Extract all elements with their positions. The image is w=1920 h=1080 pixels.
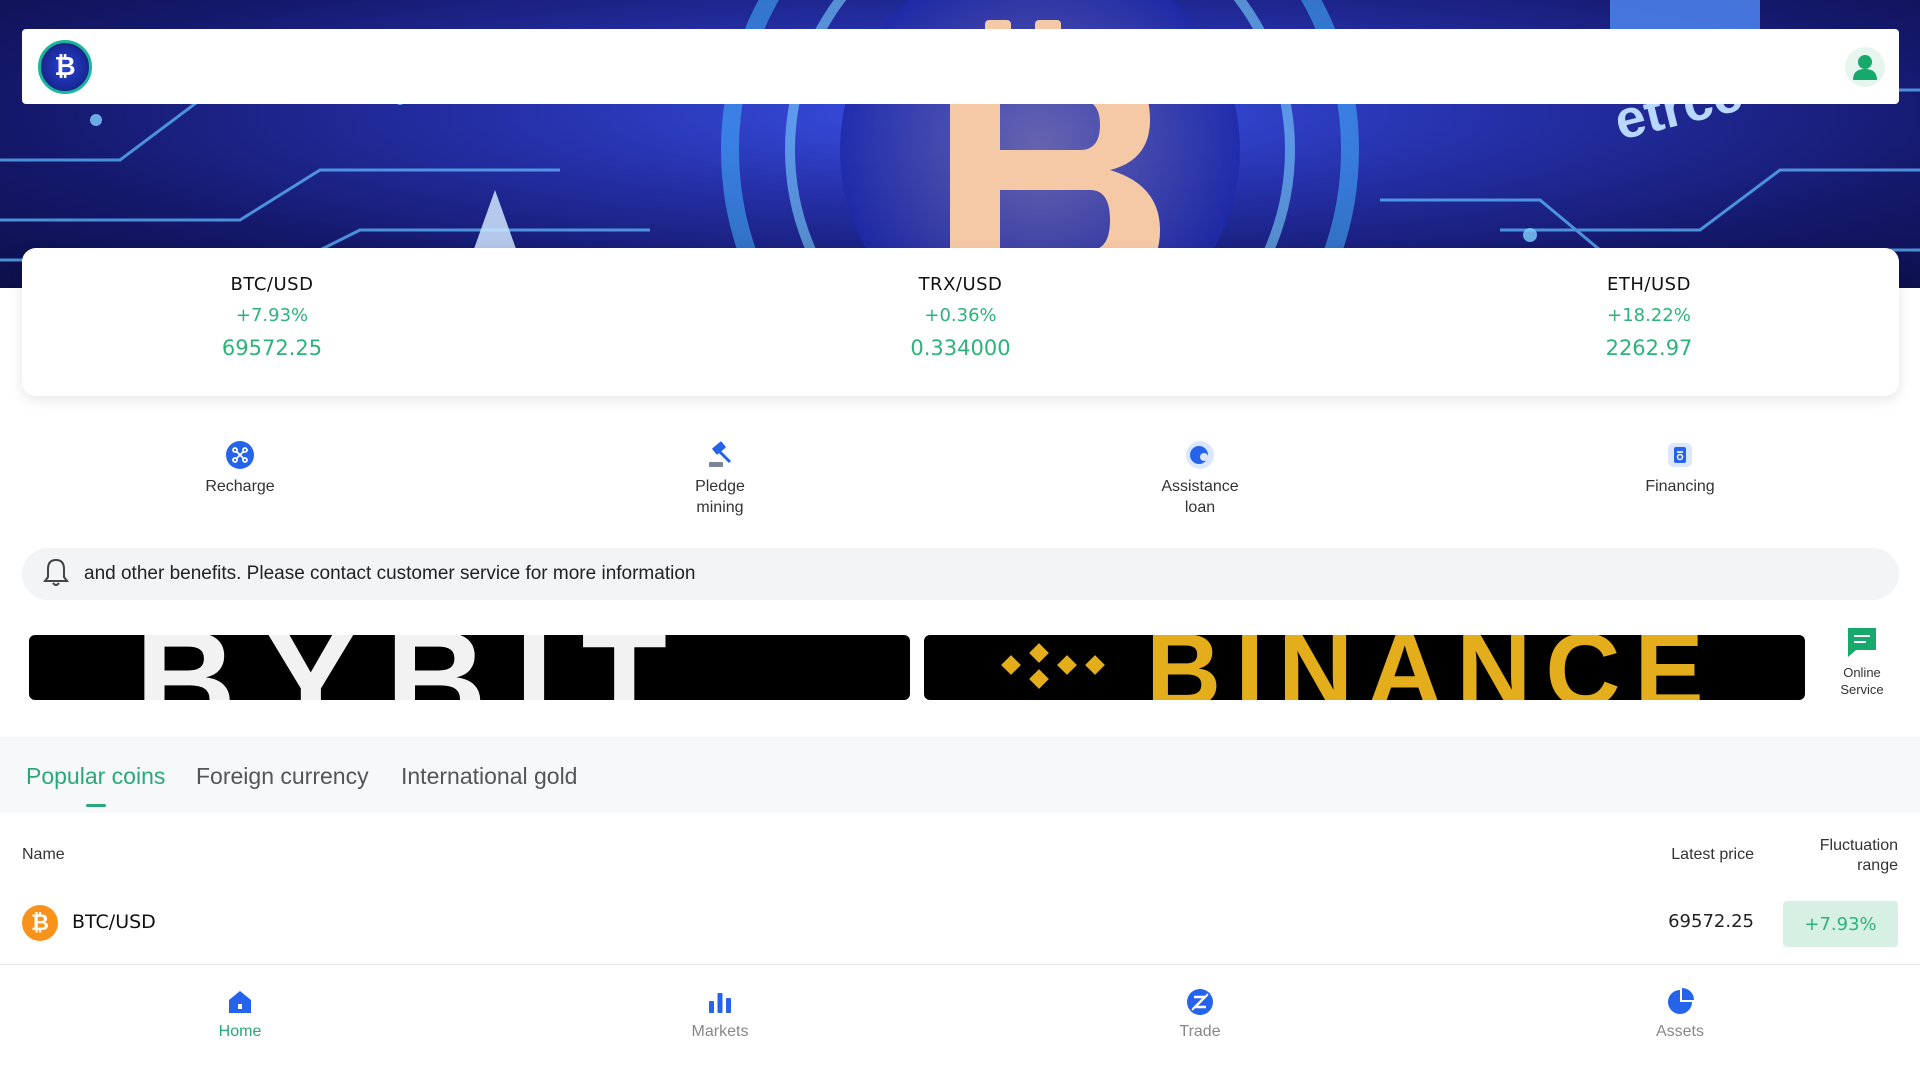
ticker-trx[interactable]: TRX/USD +0.36% 0.334000 — [751, 248, 1171, 396]
home-icon — [225, 987, 255, 1017]
nav-trade[interactable]: Trade — [1120, 987, 1280, 1041]
ticker-change: +18.22% — [1607, 305, 1691, 326]
table-row[interactable]: ₿ BTC/USD 69572.25 +7.93% — [0, 895, 1920, 949]
action-financing[interactable]: Financing — [1600, 440, 1760, 497]
coin-price: 69572.25 — [1668, 911, 1754, 932]
bitcoin-icon: ₿ — [22, 905, 58, 941]
quick-actions: Recharge Pledge mining Assistance loan F… — [0, 440, 1920, 520]
recharge-icon — [225, 440, 255, 470]
column-name: Name — [22, 846, 65, 863]
active-tab-indicator — [86, 804, 106, 807]
bar-chart-icon — [705, 987, 735, 1017]
market-tabs: Popular coins Foreign currency Internati… — [0, 737, 1920, 813]
nav-assets[interactable]: Assets — [1600, 987, 1760, 1041]
ticker-change: +0.36% — [924, 305, 997, 326]
bybit-banner[interactable]: BYBIT — [29, 635, 910, 700]
tab-popular-coins[interactable]: Popular coins — [26, 763, 165, 790]
ticker-btc[interactable]: BTC/USD +7.93% 69572.25 — [62, 248, 482, 396]
column-latest-price: Latest price — [1671, 846, 1754, 863]
tab-international-gold[interactable]: International gold — [401, 763, 577, 790]
ticker-eth[interactable]: ETH/USD +18.22% 2262.97 — [1439, 248, 1859, 396]
nav-label: Home — [218, 1023, 262, 1040]
pickaxe-icon — [705, 440, 735, 470]
notice-text: and other benefits. Please contact custo… — [84, 563, 696, 584]
action-assistance-loan[interactable]: Assistance loan — [1120, 440, 1280, 518]
bybit-logo-text: BYBIT — [135, 635, 695, 700]
action-recharge[interactable]: Recharge — [160, 440, 320, 497]
top-bar: ₿ — [22, 29, 1899, 104]
ticker-pair: ETH/USD — [1607, 274, 1691, 295]
nav-label: Trade — [1179, 1023, 1221, 1040]
tab-foreign-currency[interactable]: Foreign currency — [196, 763, 369, 790]
ticker-price: 2262.97 — [1605, 336, 1693, 360]
action-label: Assistance loan — [1161, 478, 1239, 516]
column-fluctuation-range: Fluctuation range — [1819, 837, 1898, 874]
bell-icon — [42, 557, 70, 592]
binance-logo-text: BINANCE — [1146, 635, 1718, 700]
bottom-nav: Home Markets Trade Assets — [0, 964, 1920, 1080]
coin-range-badge: +7.93% — [1783, 901, 1898, 947]
binance-logo-icon — [1001, 642, 1105, 689]
ticker-pair: BTC/USD — [230, 274, 314, 295]
ticker-pair: TRX/USD — [918, 274, 1003, 295]
bitcoin-logo-icon[interactable]: ₿ — [38, 39, 92, 94]
loan-icon — [1185, 440, 1215, 470]
coin-name: BTC/USD — [72, 911, 156, 933]
nav-label: Markets — [691, 1023, 749, 1040]
action-label: Financing — [1645, 478, 1715, 495]
nav-markets[interactable]: Markets — [640, 987, 800, 1041]
price-ticker-card: BTC/USD +7.93% 69572.25 TRX/USD +0.36% 0… — [22, 248, 1899, 396]
action-label: Pledge mining — [695, 478, 745, 516]
ticker-change: +7.93% — [235, 305, 309, 326]
chat-icon — [1844, 624, 1880, 660]
pie-chart-icon — [1665, 987, 1695, 1017]
notice-bar[interactable]: and other benefits. Please contact custo… — [22, 548, 1899, 600]
trade-icon — [1185, 987, 1215, 1017]
nav-home[interactable]: Home — [160, 987, 320, 1041]
financing-icon — [1665, 440, 1695, 470]
action-label: Recharge — [205, 478, 275, 495]
binance-banner[interactable]: BINANCE — [924, 635, 1805, 700]
action-pledge-mining[interactable]: Pledge mining — [640, 440, 800, 518]
online-service-label: Online Service — [1840, 665, 1884, 697]
table-header: Name Latest price Fluctuation range — [0, 832, 1920, 882]
online-service-button[interactable]: Online Service — [1820, 624, 1904, 698]
ticker-price: 69572.25 — [221, 336, 323, 360]
user-avatar-icon[interactable] — [1845, 46, 1885, 87]
ticker-price: 0.334000 — [910, 336, 1011, 360]
nav-label: Assets — [1655, 1023, 1704, 1040]
